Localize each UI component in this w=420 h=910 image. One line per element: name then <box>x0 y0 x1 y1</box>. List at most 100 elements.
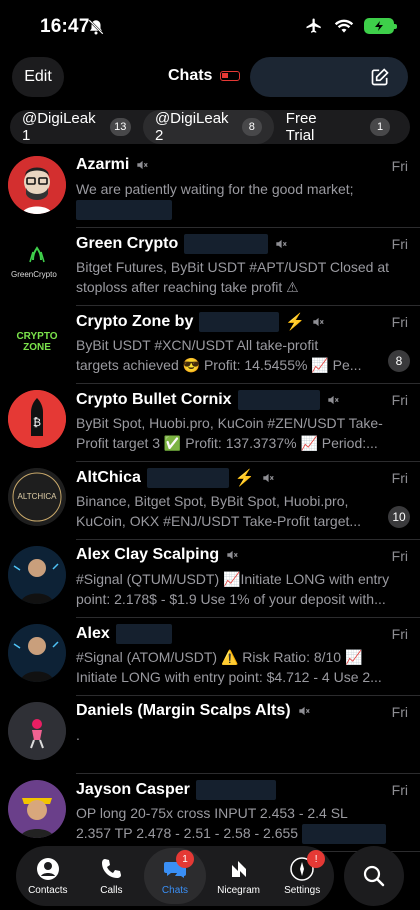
tab-label: Nicegram <box>217 884 260 896</box>
tab-contacts[interactable]: Contacts <box>17 848 79 904</box>
status-time: 16:47 <box>40 16 90 37</box>
compose-icon[interactable] <box>370 67 390 87</box>
preview-line-1: ByBit USDT #XCN/USDT All take-profit <box>76 337 319 353</box>
status-icons <box>304 17 397 35</box>
status-bar: 16:47 <box>0 0 420 54</box>
tab-label: Calls <box>100 884 123 896</box>
redaction-block <box>115 624 172 644</box>
chat-date: Fri <box>391 704 408 720</box>
preview-line-2: 2.357 TP 2.478 - 2.51 - 2.58 - 2.655 <box>76 825 299 841</box>
title-wrap: Chats <box>168 67 241 85</box>
preview-line-1: #Signal (QTUM/USDT) 📈Initiate LONG with … <box>76 571 390 587</box>
folder-tabs: @DigiLeak 1 13 @DigiLeak 2 8 Free Trial … <box>10 110 410 144</box>
chat-name: Crypto Zone by <box>76 313 194 330</box>
folder-count: 1 <box>370 118 391 136</box>
folder-label: @DigiLeak 2 <box>154 110 229 144</box>
chat-body: Alex Clay Scalping Fri #Signal (QTUM/USD… <box>76 540 420 618</box>
folder-label: Free Trial <box>285 110 317 144</box>
chat-name-row: Alex <box>76 624 172 644</box>
tab-bar: Contacts Calls Chats 1 Nicegram Settings… <box>16 846 334 906</box>
person-icon <box>36 857 59 880</box>
muted-icon <box>327 395 339 405</box>
search-icon <box>363 865 385 887</box>
muted-icon <box>227 550 238 560</box>
chat-date: Fri <box>391 626 408 642</box>
chat-row-jayson-casper[interactable]: Jayson Casper Fri OP long 20-75x cross I… <box>0 774 420 852</box>
page-title: Chats <box>168 67 213 84</box>
tab-calls[interactable]: Calls <box>80 848 142 904</box>
muted-icon <box>298 706 310 716</box>
header: Edit Chats <box>0 57 420 99</box>
redacted-pill[interactable] <box>250 57 408 97</box>
chat-row-daniels[interactable]: Daniels (Margin Scalps Alts) Fri . <box>0 696 420 774</box>
tab-badge: ! <box>307 850 326 868</box>
redaction-block <box>184 234 269 254</box>
folder-label: @DigiLeak 1 <box>22 110 96 144</box>
chat-date: Fri <box>391 548 408 564</box>
bell-off-icon <box>88 19 104 35</box>
folder-tab-free-trial[interactable]: Free Trial 1 <box>274 110 410 144</box>
chat-name: AltChica <box>76 469 141 486</box>
chat-body: Crypto Bullet Cornix Fri ByBit Spot, Huo… <box>76 384 420 462</box>
muted-icon <box>137 160 149 170</box>
muted-icon <box>313 317 324 327</box>
preview-line-1: OP long 20-75x cross INPUT 2.453 - 2.4 S… <box>76 805 348 821</box>
chat-name-row: Jayson Casper <box>76 780 276 800</box>
chat-row-altchica[interactable]: ALTCHICA AltChica ⚡ Fri Binance, Bitget … <box>0 462 420 540</box>
chat-row-crypto-bullet[interactable]: ₿ Crypto Bullet Cornix Fri ByBit Spot, H… <box>0 384 420 462</box>
chat-preview: OP long 20-75x cross INPUT 2.453 - 2.4 S… <box>76 803 410 845</box>
preview-line-1: ByBit Spot, Huobi.pro, KuCoin #ZEN/USDT … <box>76 415 383 431</box>
avatar: ALTCHICA <box>8 468 66 526</box>
chat-preview: Binance, Bitget Spot, ByBit Spot, Huobi.… <box>76 491 410 531</box>
chat-list: Azarmi Fri We are patiently waiting for … <box>0 150 420 852</box>
svg-text:₿: ₿ <box>33 416 41 429</box>
edit-button[interactable]: Edit <box>12 57 64 97</box>
chat-preview: . <box>76 725 410 745</box>
tab-nicegram[interactable]: Nicegram <box>208 848 270 904</box>
avatar <box>8 156 66 214</box>
avatar <box>8 702 66 760</box>
redaction-block <box>195 780 276 800</box>
chat-name: Daniels (Margin Scalps Alts) <box>76 702 291 719</box>
chat-body: Azarmi Fri We are patiently waiting for … <box>76 150 420 228</box>
muted-icon <box>276 239 287 249</box>
chat-name-row: Alex Clay Scalping <box>76 546 239 564</box>
search-button[interactable] <box>344 846 404 906</box>
preview-line-1: #Signal (ATOM/USDT) ⚠️ Risk Ratio: 8/10 … <box>76 649 363 665</box>
chat-name: Crypto Bullet Cornix <box>76 391 232 408</box>
chat-date: Fri <box>391 314 408 330</box>
chat-body: Jayson Casper Fri OP long 20-75x cross I… <box>76 774 420 852</box>
redaction-block <box>301 824 386 845</box>
chat-name: Green Crypto <box>76 235 179 252</box>
muted-icon <box>263 473 274 483</box>
tab-label: Chats <box>161 884 189 896</box>
unread-badge: 8 <box>388 350 410 372</box>
phone-icon <box>102 858 122 878</box>
avatar <box>8 780 66 838</box>
chat-preview: ByBit Spot, Huobi.pro, KuCoin #ZEN/USDT … <box>76 413 410 453</box>
chat-row-green-crypto[interactable]: GreenCrypto Green Crypto Fri Bitget Futu… <box>0 228 420 306</box>
chat-row-crypto-zone[interactable]: CRYPTO ZONE Crypto Zone by ⚡ Fri ByBit U… <box>0 306 420 384</box>
folder-tab-digileak-1[interactable]: @DigiLeak 1 13 <box>10 110 143 144</box>
chat-row-alex[interactable]: Alex Fri #Signal (ATOM/USDT) ⚠️ Risk Rat… <box>0 618 420 696</box>
folder-count: 8 <box>241 118 262 136</box>
preview-line-1: We are patiently waiting for the good ma… <box>76 181 354 197</box>
folder-count: 13 <box>109 118 131 136</box>
chat-name: Alex Clay Scalping <box>76 546 220 563</box>
preview-line-1: . <box>76 727 80 743</box>
tab-settings[interactable]: Settings ! <box>271 848 333 904</box>
folder-tab-digileak-2[interactable]: @DigiLeak 2 8 <box>142 110 274 144</box>
chat-row-azarmi[interactable]: Azarmi Fri We are patiently waiting for … <box>0 150 420 228</box>
chat-date: Fri <box>391 782 408 798</box>
unread-badge: 10 <box>388 506 410 528</box>
chat-date: Fri <box>391 392 408 408</box>
chat-body: Green Crypto Fri Bitget Futures, ByBit U… <box>76 228 420 306</box>
avatar: ₿ <box>8 390 66 448</box>
avatar-text: ALTCHICA <box>17 492 57 501</box>
chat-date: Fri <box>391 158 408 174</box>
chat-preview: Bitget Futures, ByBit USDT #APT/USDT Clo… <box>76 257 410 297</box>
chat-row-alex-clay[interactable]: Alex Clay Scalping Fri #Signal (QTUM/USD… <box>0 540 420 618</box>
tab-chats[interactable]: Chats 1 <box>143 848 206 904</box>
chat-preview: #Signal (QTUM/USDT) 📈Initiate LONG with … <box>76 569 410 609</box>
chat-name-row: Crypto Zone by ⚡ <box>76 312 325 332</box>
